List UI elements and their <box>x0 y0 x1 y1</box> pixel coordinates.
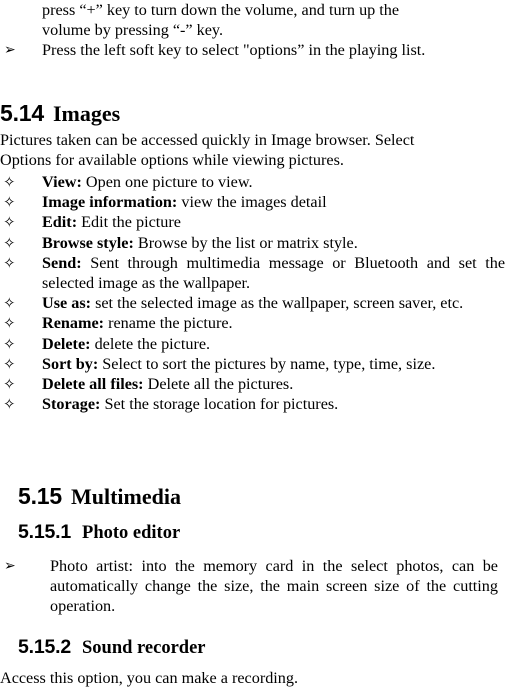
arrow-bullet-icon: ➢ <box>4 42 16 58</box>
diamond-bullet-icon: ✧ <box>3 314 16 333</box>
option-desc: Delete all the pictures. <box>147 375 294 394</box>
option-lead: Storage: <box>42 395 101 414</box>
list-item-browse-style: ✧ Browse style: Browse by the list or ma… <box>0 233 506 253</box>
images-intro-line-1: Pictures taken can be accessed quickly i… <box>0 131 415 149</box>
sound-recorder-paragraph: Access this option, you can make a recor… <box>0 669 299 687</box>
heading-images-number: 5.14 <box>0 100 44 126</box>
continuation-line-2: volume by pressing “-” key. <box>42 21 224 40</box>
option-lead: View: <box>42 173 82 191</box>
list-item-delete: ✧ Delete: delete the picture. <box>0 334 506 354</box>
option-desc: rename the picture. <box>108 314 233 333</box>
diamond-bullet-icon: ✧ <box>3 354 16 373</box>
diamond-bullet-icon: ✧ <box>3 233 16 252</box>
list-item-rename: ✧ Rename: rename the picture. <box>0 313 506 333</box>
heading-multimedia-number: 5.15 <box>18 483 62 509</box>
list-item-photo-artist: ➢ Photo artist: into the memory card in … <box>0 556 506 617</box>
diamond-bullet-icon: ✧ <box>3 193 16 212</box>
heading-photo-editor: 5.15.1 Photo editor <box>0 519 506 551</box>
option-desc: Set the storage location for pictures. <box>104 395 339 414</box>
list-item-delete-all-files: ✧ Delete all files: Delete all the pictu… <box>0 374 506 394</box>
option-lead: Rename: <box>42 314 105 333</box>
list-item-arrow-options: ➢ Press the left soft key to select "opt… <box>0 40 506 60</box>
heading-sound-recorder-number: 5.15.2 <box>18 636 72 658</box>
continuation-line-1: press “+” key to turn down the volume, a… <box>42 1 400 19</box>
option-desc: view the images detail <box>181 193 327 212</box>
option-lead: Delete: <box>42 334 91 353</box>
option-lead: Sort by: <box>42 354 99 373</box>
option-lead: Image information: <box>42 193 178 212</box>
list-item-image-information: ✧ Image information: view the images det… <box>0 192 506 212</box>
list-item-view: ✧ View: Open one picture to view. <box>0 172 506 192</box>
option-desc: set the selected image as the wallpaper,… <box>95 294 464 313</box>
option-lead: Browse style: <box>42 233 134 252</box>
list-item-use-as: ✧ Use as: set the selected image as the … <box>0 293 506 313</box>
list-item-send: ✧ Send: Sent through multimedia message … <box>0 253 506 293</box>
list-item-storage: ✧ Storage: Set the storage location for … <box>0 394 506 414</box>
option-lead: Use as: <box>42 294 92 313</box>
option-desc: delete the picture. <box>94 334 211 353</box>
images-intro-line-2: Options for available options while view… <box>0 151 344 170</box>
list-item-text: Press the left soft key to select "optio… <box>42 41 426 59</box>
option-desc: Open one picture to view. <box>85 173 253 191</box>
option-desc: Edit the picture <box>81 213 181 232</box>
diamond-bullet-icon: ✧ <box>3 253 16 272</box>
option-lead: Edit: <box>42 213 78 232</box>
heading-images-title: Images <box>52 101 121 126</box>
heading-sound-recorder: 5.15.2 Sound recorder <box>0 634 506 666</box>
list-item-sort-by: ✧ Sort by: Select to sort the pictures b… <box>0 354 506 374</box>
diamond-bullet-icon: ✧ <box>3 375 16 394</box>
option-desc: Sent through multimedia message or Bluet… <box>42 253 506 293</box>
arrow-bullet-icon: ➢ <box>4 558 16 574</box>
option-desc: Select to sort the pictures by name, typ… <box>102 354 436 373</box>
heading-photo-editor-number: 5.15.1 <box>18 521 72 543</box>
option-lead: Send: <box>42 253 82 272</box>
images-intro-paragraph: Pictures taken can be accessed quickly i… <box>0 130 506 170</box>
list-item-edit: ✧ Edit: Edit the picture <box>0 212 506 232</box>
diamond-bullet-icon: ✧ <box>3 334 16 353</box>
heading-multimedia: 5.15 Multimedia <box>0 481 506 519</box>
option-lead: Delete all files: <box>42 375 144 394</box>
diamond-bullet-icon: ✧ <box>3 395 16 414</box>
list-item-text: Photo artist: into the memory card in th… <box>50 557 498 616</box>
images-options-list: ✧ View: Open one picture to view. ✧ Imag… <box>0 172 506 414</box>
document-page: press “+” key to turn down the volume, a… <box>0 0 506 689</box>
continuation-paragraph: press “+” key to turn down the volume, a… <box>0 0 506 40</box>
heading-photo-editor-title: Photo editor <box>82 523 181 543</box>
diamond-bullet-icon: ✧ <box>3 173 16 191</box>
heading-multimedia-title: Multimedia <box>70 484 181 509</box>
diamond-bullet-icon: ✧ <box>3 294 16 313</box>
diamond-bullet-icon: ✧ <box>3 213 16 232</box>
heading-sound-recorder-title: Sound recorder <box>82 638 206 658</box>
option-desc: Browse by the list or matrix style. <box>137 233 358 252</box>
